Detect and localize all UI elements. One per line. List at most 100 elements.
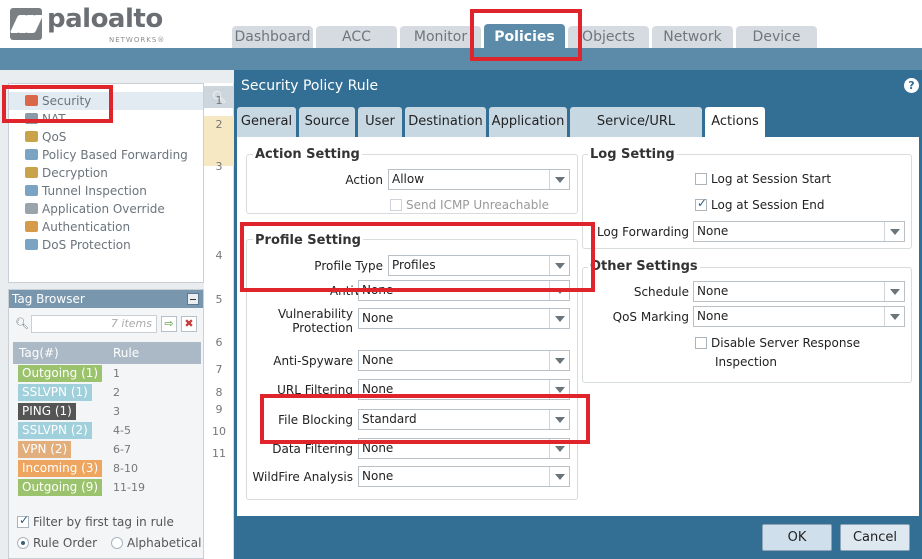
collapse-icon[interactable]: [187, 293, 199, 305]
tab-monitor[interactable]: Monitor: [400, 26, 481, 48]
tab-general[interactable]: General: [237, 107, 296, 137]
rule-order-radio[interactable]: Rule Order: [17, 536, 97, 550]
nav-item-pbf[interactable]: Policy Based Forwarding: [25, 146, 188, 164]
cancel-button[interactable]: Cancel: [840, 524, 910, 551]
main-tab-underline: [0, 48, 922, 70]
chevron-down-icon[interactable]: [549, 351, 569, 370]
tab-network[interactable]: Network: [652, 26, 733, 48]
tag-row[interactable]: VPN (2) 6-7: [13, 440, 201, 459]
nav-item-dos[interactable]: DoS Protection: [25, 236, 131, 254]
action-label: Action: [345, 173, 383, 187]
tab-device[interactable]: Device: [736, 26, 817, 48]
tab-objects[interactable]: Objects: [568, 26, 649, 48]
antivirus-value: None: [362, 283, 394, 297]
tag-row[interactable]: PING (1) 3: [13, 402, 201, 421]
tag-badge[interactable]: Outgoing (1): [18, 365, 103, 382]
col-tag[interactable]: Tag(#): [19, 342, 59, 364]
tab-acc[interactable]: ACC: [316, 26, 397, 48]
tab-dashboard[interactable]: Dashboard: [232, 26, 313, 48]
log-start-label: Log at Session Start: [711, 172, 832, 186]
chevron-down-icon[interactable]: [549, 256, 569, 275]
nav-item-authentication[interactable]: Authentication: [25, 218, 130, 236]
action-value: Allow: [392, 172, 425, 186]
tag-badge[interactable]: VPN (2): [18, 441, 72, 458]
antivirus-select[interactable]: None: [358, 280, 570, 301]
tag-row[interactable]: Outgoing (9) 11-19: [13, 478, 201, 497]
tab-source[interactable]: Source: [299, 107, 355, 137]
dsri-checkbox[interactable]: Disable Server Response Inspection: [695, 334, 860, 372]
chevron-down-icon[interactable]: [884, 307, 904, 326]
tag-badge[interactable]: Incoming (3): [18, 460, 103, 477]
chevron-down-icon[interactable]: [884, 222, 904, 241]
nav-item-app-override[interactable]: Application Override: [25, 200, 165, 218]
radio-unselected[interactable]: [111, 537, 123, 549]
chevron-down-icon[interactable]: [549, 410, 569, 429]
checkbox-unchecked[interactable]: [390, 199, 402, 211]
vulnerability-label-line2: Protection: [292, 321, 353, 335]
log-setting-title: Log Setting: [588, 147, 677, 162]
nav-item-decryption[interactable]: Decryption: [25, 164, 108, 182]
tag-badge[interactable]: SSLVPN (2): [18, 422, 92, 439]
tag-rule-range: 11-19: [113, 481, 145, 494]
col-rule[interactable]: Rule: [113, 342, 139, 364]
send-icmp-checkbox[interactable]: Send ICMP Unreachable: [390, 198, 549, 212]
radio-selected[interactable]: [17, 537, 29, 549]
profile-type-select[interactable]: Profiles: [388, 255, 570, 276]
chevron-down-icon[interactable]: [549, 309, 569, 328]
alphabetical-label: Alphabetical: [127, 536, 202, 550]
chevron-down-icon[interactable]: [549, 281, 569, 300]
vulnerability-value: None: [362, 311, 394, 325]
chevron-down-icon[interactable]: [884, 282, 904, 301]
alphabetical-radio[interactable]: Alphabetical: [111, 536, 201, 550]
tab-service-url[interactable]: Service/URL Category: [570, 107, 702, 159]
log-start-checkbox[interactable]: Log at Session Start: [695, 172, 831, 186]
tag-row[interactable]: Incoming (3) 8-10: [13, 459, 201, 478]
wildfire-select[interactable]: None: [358, 466, 570, 487]
apply-filter-icon[interactable]: ⇨: [161, 316, 177, 332]
qos-marking-select[interactable]: None: [693, 306, 905, 327]
tag-badge[interactable]: Outgoing (9): [18, 479, 103, 496]
tag-badge[interactable]: SSLVPN (1): [18, 384, 92, 401]
chevron-down-icon[interactable]: [549, 467, 569, 486]
tab-application[interactable]: Application: [489, 107, 567, 137]
nav-item-qos[interactable]: QoS: [25, 128, 66, 146]
tag-browser-header: Tag Browser: [9, 290, 203, 308]
tag-row[interactable]: Outgoing (1) 1: [13, 364, 201, 383]
tab-actions[interactable]: Actions: [705, 107, 765, 137]
tab-destination[interactable]: Destination: [405, 107, 486, 137]
nav-item-tunnel[interactable]: Tunnel Inspection: [25, 182, 147, 200]
help-icon[interactable]: ?: [904, 78, 919, 93]
data-filtering-select[interactable]: None: [358, 438, 570, 459]
nav-item-security[interactable]: Security: [9, 92, 203, 110]
rule-number: 2: [215, 118, 223, 131]
log-end-checkbox[interactable]: Log at Session End: [695, 196, 825, 212]
vulnerability-select[interactable]: None: [358, 308, 570, 329]
ok-button[interactable]: OK: [762, 524, 832, 551]
tab-user[interactable]: User: [358, 107, 402, 137]
tab-policies[interactable]: Policies: [484, 24, 565, 50]
checkbox-checked[interactable]: [695, 196, 707, 211]
action-select[interactable]: Allow: [388, 169, 570, 190]
filter-first-tag-checkbox[interactable]: Filter by first tag in rule: [17, 513, 174, 529]
tag-row[interactable]: SSLVPN (1) 2: [13, 383, 201, 402]
chevron-down-icon[interactable]: [549, 380, 569, 399]
nav-item-nat[interactable]: NAT: [25, 110, 66, 128]
url-filtering-select[interactable]: None: [358, 379, 570, 400]
tag-search-input[interactable]: 7 items: [31, 315, 157, 333]
checkbox-unchecked[interactable]: [695, 337, 707, 349]
chevron-down-icon[interactable]: [549, 439, 569, 458]
anti-spyware-select[interactable]: None: [358, 350, 570, 371]
rule-number: 8: [215, 386, 223, 399]
clear-filter-icon[interactable]: ✖: [181, 316, 197, 332]
chevron-down-icon[interactable]: [549, 170, 569, 189]
checkbox-unchecked[interactable]: [695, 173, 707, 185]
tag-badge[interactable]: PING (1): [18, 403, 76, 420]
nav-item-label: Security: [42, 94, 92, 108]
lock-icon: [25, 167, 38, 178]
file-blocking-select[interactable]: Standard: [358, 409, 570, 430]
tag-rule-range: 1: [113, 367, 120, 380]
schedule-select[interactable]: None: [693, 281, 905, 302]
checkbox-checked[interactable]: [17, 513, 29, 528]
tag-row[interactable]: SSLVPN (2) 4-5: [13, 421, 201, 440]
log-forwarding-select[interactable]: None: [693, 221, 905, 242]
